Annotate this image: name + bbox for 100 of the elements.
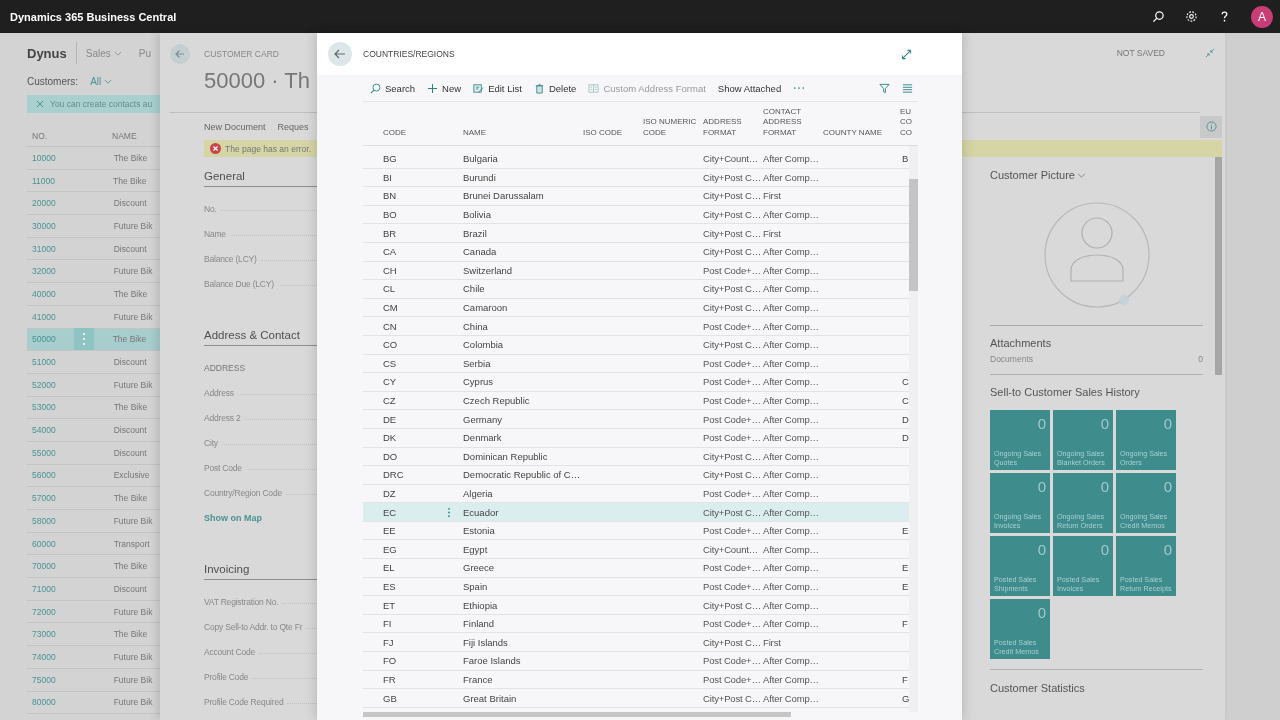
country-code[interactable]: DZ [383, 488, 396, 499]
country-code[interactable]: FJ [383, 636, 394, 648]
factbox-heading[interactable]: Customer Statistics [990, 681, 1203, 695]
country-code[interactable]: CN [383, 320, 397, 332]
column-header[interactable]: ISO NUMERIC CODE [643, 117, 703, 138]
country-code[interactable]: BN [383, 190, 397, 202]
table-row[interactable]: FR France Post Code+… After Comp… F [363, 670, 909, 690]
factbox-heading[interactable]: Sell-to Customer Sales History [990, 385, 1203, 399]
table-row[interactable]: ET Ethiopia City+Post C… After Comp… [363, 596, 909, 615]
factbox-heading[interactable]: Customer Picture [990, 168, 1203, 182]
column-header[interactable]: CODE [363, 127, 463, 138]
country-code[interactable]: FR [383, 673, 396, 685]
column-header[interactable]: COUNTY NAME [823, 127, 900, 138]
scrollbar-thumb[interactable] [909, 179, 918, 291]
table-row[interactable]: FI Finland Post Code+… After Comp… F [363, 614, 909, 634]
table-row[interactable]: FJ Fiji Islands City+Post C… First [363, 633, 909, 653]
country-code[interactable]: EL [383, 562, 395, 574]
country-code[interactable]: CM [383, 302, 398, 314]
list-view-icon[interactable] [902, 82, 913, 94]
country-code[interactable]: DE [383, 413, 397, 425]
country-code[interactable]: GB [383, 692, 397, 704]
country-code[interactable]: FI [383, 618, 392, 630]
scrollbar-thumb[interactable] [363, 712, 791, 717]
column-header[interactable]: ISO CODE [583, 127, 643, 138]
country-code[interactable]: DRC [383, 469, 404, 481]
column-header[interactable]: EU CO CO [900, 106, 913, 138]
country-code[interactable]: CY [383, 376, 397, 388]
table-row[interactable]: FO Faroe Islands Post Code+… After Comp… [363, 652, 909, 671]
table-row[interactable]: BR Brazil City+Post C… First [363, 224, 909, 243]
expand-icon[interactable] [901, 48, 912, 60]
table-row[interactable]: BG Bulgaria City+Count… After Comp… B [363, 150, 909, 169]
country-code[interactable]: BR [383, 227, 397, 239]
table-row[interactable]: ES Spain Post Code+… After Comp… E [363, 577, 909, 597]
table-row[interactable]: DE Germany Post Code+… After Comp… D [363, 410, 909, 429]
table-row[interactable]: EL Greece Post Code+… After Comp… E [363, 559, 909, 578]
table-row[interactable]: CS Serbia Post Code+… After Comp… [363, 354, 909, 374]
country-code[interactable]: ES [383, 580, 396, 592]
toolbar-button[interactable]: Show Attached [717, 82, 782, 94]
chevron-down-icon[interactable] [1077, 172, 1086, 178]
country-code[interactable]: BO [383, 209, 397, 221]
scrollbar-thumb[interactable] [1215, 157, 1222, 375]
table-row[interactable]: EE Estonia Post Code+… After Comp… E [363, 521, 909, 541]
table-row[interactable]: CH Switzerland Post Code+… After Comp… [363, 261, 909, 281]
toolbar-button[interactable]: New [427, 82, 462, 94]
toolbar-button[interactable]: Delete [533, 82, 577, 94]
column-header[interactable]: NAME [463, 127, 583, 138]
more-icon[interactable] [447, 506, 451, 518]
country-code[interactable]: CH [383, 264, 397, 276]
collapse-icon[interactable] [1205, 48, 1215, 58]
table-row[interactable]: CO Colombia City+Post C… After Comp… [363, 335, 909, 355]
country-code[interactable]: BI [383, 171, 392, 183]
table-row[interactable]: EC Ecuador City+Post C… After Comp… [363, 503, 909, 522]
country-code[interactable]: CO [383, 339, 398, 351]
country-code[interactable]: CS [383, 357, 397, 369]
country-code[interactable]: ET [383, 599, 396, 611]
more-icon[interactable] [793, 86, 806, 90]
table-row[interactable]: CN China Post Code+… After Comp… [363, 317, 909, 336]
table-row[interactable]: DO Dominican Republic City+Post C… After Comp… [363, 447, 909, 467]
table-row[interactable]: CM Camaroon City+Post C… After Comp… [363, 298, 909, 318]
country-code[interactable]: EC [383, 506, 397, 518]
info-icon[interactable] [1205, 121, 1217, 132]
country-code[interactable]: CZ [383, 395, 396, 406]
country-code[interactable]: BG [383, 153, 397, 165]
country-code[interactable]: CL [383, 283, 396, 295]
column-header[interactable]: ADDRESS FORMAT [703, 117, 763, 138]
country-code[interactable]: EG [383, 543, 397, 555]
table-row[interactable]: EG Egypt City+Count… After Comp… [363, 540, 909, 560]
action-button[interactable]: Reques [277, 121, 309, 132]
table-row[interactable]: DK Denmark Post Code+… After Comp… D [363, 428, 909, 448]
search-icon[interactable] [1152, 10, 1165, 23]
more-icon[interactable] [73, 328, 94, 351]
close-icon[interactable] [36, 100, 44, 108]
toolbar-button[interactable]: Search [370, 82, 416, 94]
table-row[interactable]: DRC Democratic Republic of C… City+Post C… After Comp… [363, 466, 909, 485]
chevron-down-icon[interactable] [113, 50, 122, 56]
table-row[interactable]: CA Canada City+Post C… After Comp… [363, 242, 909, 262]
table-row[interactable]: CZ Czech Republic Post Code+… After Comp… C [363, 391, 909, 411]
trash-icon[interactable] [533, 82, 545, 94]
action-button[interactable]: New Document [204, 121, 266, 132]
back-button[interactable] [328, 42, 352, 66]
toolbar-button[interactable]: Edit List [473, 82, 522, 94]
plus-icon[interactable] [427, 82, 439, 94]
user-avatar[interactable]: A [1251, 5, 1273, 28]
table-row[interactable]: BO Bolivia City+Post C… After Comp… [363, 205, 909, 225]
filter-icon[interactable] [879, 82, 890, 94]
table-row[interactable]: GB Great Britain City+Post C… After Comp… G [363, 689, 909, 708]
settings-icon[interactable] [1185, 10, 1198, 23]
country-code[interactable]: DK [383, 432, 397, 444]
factbox-heading[interactable]: Attachments [990, 336, 1203, 350]
back-button[interactable] [170, 44, 190, 64]
table-row[interactable]: BN Brunei Darussalam City+Post C… First [363, 187, 909, 206]
country-code[interactable]: DO [383, 450, 398, 462]
column-header[interactable]: CONTACT ADDRESS FORMAT [763, 106, 823, 138]
edit-icon[interactable] [473, 82, 485, 94]
country-code[interactable]: FO [383, 655, 397, 667]
table-row[interactable]: BI Burundi City+Post C… After Comp… [363, 168, 909, 188]
country-code[interactable]: CA [383, 246, 397, 258]
country-code[interactable]: EE [383, 525, 396, 537]
table-row[interactable]: CY Cyprus Post Code+… After Comp… C [363, 373, 909, 392]
table-row[interactable]: CL Chile City+Post C… After Comp… [363, 280, 909, 299]
